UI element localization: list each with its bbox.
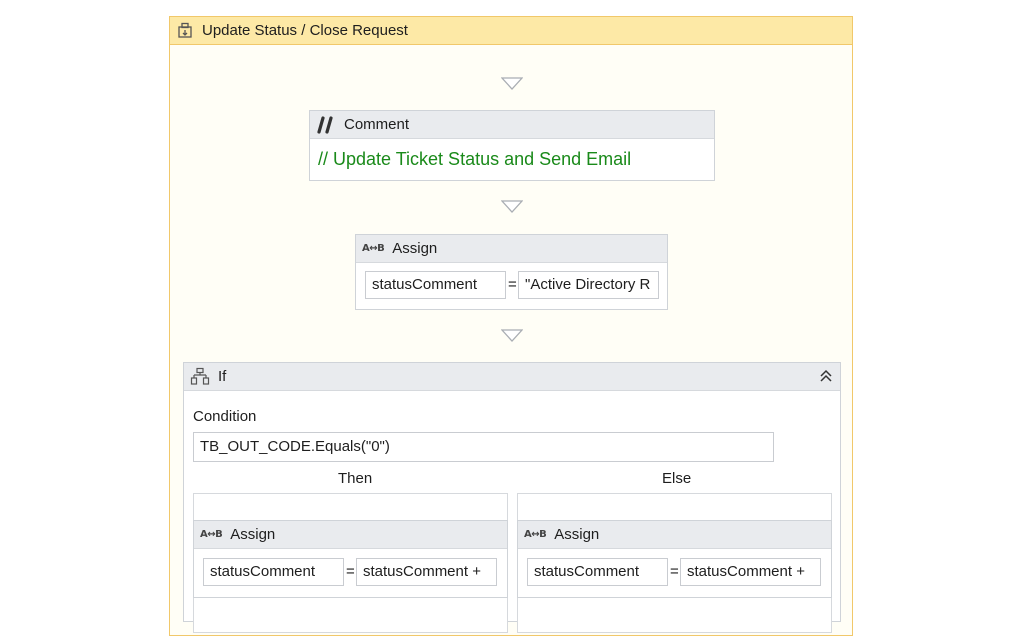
then-assign-header-label: Assign bbox=[230, 526, 276, 543]
else-assign-to-field[interactable]: statusComment bbox=[527, 558, 668, 586]
else-assign-header[interactable]: A↔B Assign bbox=[518, 521, 831, 549]
then-branch[interactable]: A↔B Assign statusComment = statusComment… bbox=[193, 493, 508, 633]
assign-ab-icon: A↔B bbox=[524, 529, 547, 540]
then-assign-activity[interactable]: A↔B Assign statusComment = statusComment… bbox=[193, 520, 508, 598]
assign-header-label: Assign bbox=[392, 240, 438, 257]
comment-text[interactable]: // Update Ticket Status and Send Email bbox=[310, 139, 714, 180]
if-icon bbox=[190, 367, 210, 387]
comment-activity[interactable]: Comment // Update Ticket Status and Send… bbox=[309, 110, 715, 181]
collapse-chevron-icon[interactable] bbox=[818, 368, 834, 389]
if-header[interactable]: If bbox=[184, 363, 840, 391]
comment-slashes-icon bbox=[316, 115, 336, 134]
assign-value-field[interactable]: "Active Directory R bbox=[518, 271, 659, 299]
sequence-header[interactable]: Update Status / Close Request bbox=[170, 17, 852, 45]
if-activity[interactable]: If Condition TB_OUT_CODE.Equals("0") The… bbox=[183, 362, 841, 633]
assign-ab-icon: A↔B bbox=[362, 243, 385, 254]
assign-ab-icon: A↔B bbox=[200, 529, 223, 540]
assign-activity[interactable]: A↔B Assign statusComment = "Active Direc… bbox=[355, 234, 668, 310]
condition-input[interactable]: TB_OUT_CODE.Equals("0") bbox=[193, 432, 774, 462]
assign-header[interactable]: A↔B Assign bbox=[356, 235, 667, 263]
comment-header[interactable]: Comment bbox=[310, 111, 714, 139]
else-label: Else bbox=[662, 470, 692, 487]
then-assign-value-field[interactable]: statusComment + bbox=[356, 558, 497, 586]
comment-header-label: Comment bbox=[344, 116, 410, 133]
equals-sign: = bbox=[346, 563, 355, 580]
then-assign-to-field[interactable]: statusComment bbox=[203, 558, 344, 586]
else-assign-header-label: Assign bbox=[554, 526, 600, 543]
sequence-icon bbox=[176, 22, 194, 40]
else-assign-value-field[interactable]: statusComment + bbox=[680, 558, 821, 586]
condition-label: Condition bbox=[193, 408, 257, 425]
then-label: Then bbox=[338, 470, 373, 487]
assign-to-field[interactable]: statusComment bbox=[365, 271, 506, 299]
equals-sign: = bbox=[508, 276, 517, 293]
else-assign-activity[interactable]: A↔B Assign statusComment = statusComment… bbox=[517, 520, 832, 598]
else-branch[interactable]: A↔B Assign statusComment = statusComment… bbox=[517, 493, 832, 633]
if-header-label: If bbox=[218, 368, 227, 385]
equals-sign: = bbox=[670, 563, 679, 580]
sequence-title: Update Status / Close Request bbox=[202, 22, 408, 39]
then-assign-header[interactable]: A↔B Assign bbox=[194, 521, 507, 549]
